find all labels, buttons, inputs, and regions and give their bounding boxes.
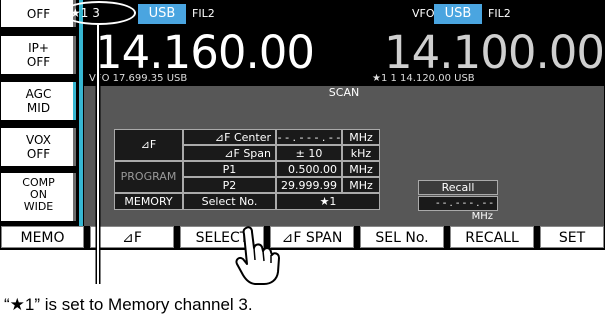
sub-vfo-label: VFO	[412, 7, 435, 20]
main-frequency: 14.160.00	[94, 26, 315, 79]
df-center-unit: MHz	[342, 129, 380, 145]
left-key-divider	[79, 0, 83, 226]
df-span-unit: kHz	[342, 145, 380, 161]
recall-value: - - . - - - . - - MHz	[418, 196, 498, 222]
df-span-value: ± 10	[276, 145, 342, 161]
df-span-label: ⊿F Span	[183, 145, 276, 161]
left-key-ip-plus[interactable]: IP+ OFF	[1, 36, 76, 74]
program-label: PROGRAM	[114, 161, 183, 193]
comp-width: WIDE	[23, 200, 54, 213]
select-no-value: ★1	[276, 193, 380, 210]
annotation-ellipse	[62, 1, 136, 25]
set-button[interactable]: SET	[540, 226, 604, 248]
memory-label: MEMORY	[114, 193, 183, 210]
sub-filter-label: FIL2	[488, 7, 511, 20]
agc-value: MID	[26, 101, 51, 115]
p2-unit: MHz	[342, 177, 380, 193]
sub-sub-info: ★1 1 14.120.00 USB	[372, 73, 475, 84]
p2-label: P2	[183, 177, 276, 193]
main-filter-label: FIL2	[192, 7, 215, 20]
p1-unit: MHz	[342, 161, 380, 177]
recall-button[interactable]: RECALL	[450, 226, 534, 248]
left-key-vox[interactable]: VOX OFF	[1, 128, 76, 166]
comp-label: COMP	[22, 176, 55, 189]
df-center-label: ⊿F Center	[183, 129, 276, 145]
caption-text: “★1” is set to Memory channel 3.	[4, 295, 253, 314]
sub-mode-badge: USB	[434, 4, 482, 24]
left-key-comp[interactable]: COMP ON WIDE	[1, 173, 76, 221]
agc-label: AGC	[25, 87, 52, 101]
sub-frequency: 14.100.00	[384, 26, 605, 79]
df-center-value: - - . - - - . - -	[276, 129, 342, 145]
recall-label: Recall	[418, 180, 498, 195]
delta-f-span-button[interactable]: ⊿F SPAN	[270, 226, 354, 248]
left-key-agc[interactable]: AGC MID	[1, 82, 76, 120]
scan-panel-title: SCAN	[328, 86, 360, 99]
memo-button[interactable]: MEMO	[1, 226, 84, 248]
df-label: ⊿F	[114, 129, 183, 161]
sel-no-button[interactable]: SEL No.	[360, 226, 444, 248]
p1-value: 0.500.00	[276, 161, 342, 177]
ip-plus-label: IP+	[28, 41, 49, 55]
select-button[interactable]: SELECT	[180, 226, 264, 248]
ip-plus-value: OFF	[26, 55, 51, 69]
transceiver-screen: OFF IP+ OFF AGC MID VOX OFF COMP ON WIDE…	[0, 0, 605, 250]
main-sub-info: VFO 17.699.35 USB	[89, 73, 188, 84]
vox-label: VOX	[26, 133, 51, 147]
main-mode-badge: USB	[138, 4, 186, 24]
p2-value: 29.999.99	[276, 177, 342, 193]
vox-value: OFF	[26, 147, 51, 161]
delta-f-button[interactable]: ⊿F	[90, 226, 174, 248]
select-no-label: Select No.	[183, 193, 276, 210]
p1-label: P1	[183, 161, 276, 177]
